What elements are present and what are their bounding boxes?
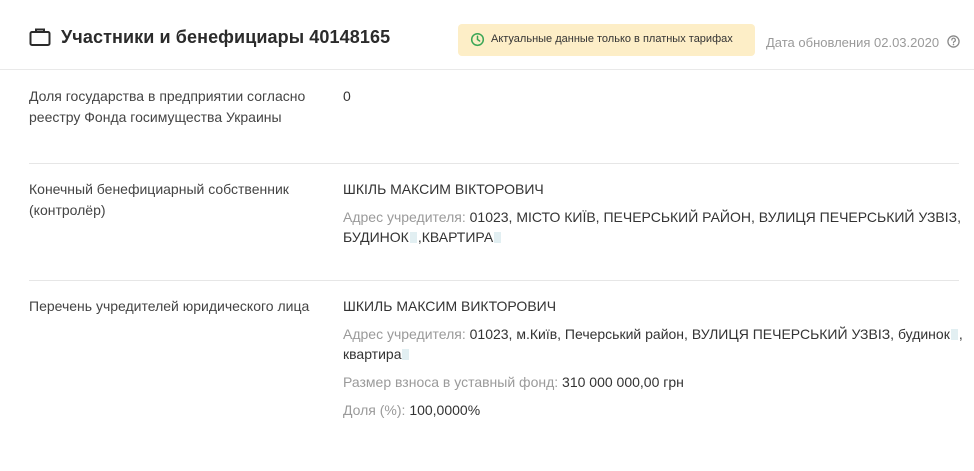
- section-header: Участники и бенефициары 40148165 Актуаль…: [0, 0, 974, 70]
- address-part1: 01023, МІСТО КИЇВ, ПЕЧЕРСЬКИЙ РАЙОН, ВУЛ…: [469, 209, 961, 225]
- masked-data-icon: [950, 329, 958, 340]
- row-divider: [29, 163, 959, 164]
- help-icon[interactable]: [947, 35, 960, 48]
- founder-address: Адрес учредителя: 01023, м.Київ, Печерсь…: [343, 324, 963, 364]
- briefcase-icon: [29, 28, 51, 46]
- beneficiary-label: Конечный бенефициарный собственник (конт…: [29, 181, 289, 218]
- capital-label: Размер взноса в уставный фонд:: [343, 374, 559, 390]
- masked-data-icon: [402, 349, 410, 360]
- address-part2: БУДИНОК: [343, 229, 409, 245]
- state-share-value: 0: [343, 88, 351, 104]
- masked-data-icon: [409, 232, 417, 243]
- beneficiary-address: Адрес учредителя: 01023, МІСТО КИЇВ, ПЕЧ…: [343, 207, 963, 247]
- beneficiary-block: ШКІЛЬ МАКСИМ ВІКТОРОВИЧ Адрес учредителя…: [343, 179, 963, 247]
- address-part3: квартира: [343, 346, 402, 362]
- founder-capital: Размер взноса в уставный фонд: 310 000 0…: [343, 372, 963, 392]
- row-divider: [29, 280, 959, 281]
- share-value: 100,0000%: [409, 402, 481, 418]
- update-date: Дата обновления 02.03.2020: [766, 35, 940, 50]
- capital-value: 310 000 000,00 грн: [562, 374, 684, 390]
- address-part1: 01023, м.Київ, Печерський район, ВУЛИЦЯ …: [469, 326, 950, 342]
- founders-block: ШКИЛЬ МАКСИМ ВИКТОРОВИЧ Адрес учредителя…: [343, 296, 963, 420]
- address-label: Адрес учредителя:: [343, 326, 466, 342]
- founders-label: Перечень учредителей юридического лица: [29, 298, 310, 314]
- beneficiary-name: ШКІЛЬ МАКСИМ ВІКТОРОВИЧ: [343, 181, 544, 197]
- address-part3: ,КВАРТИРА: [417, 229, 494, 245]
- address-part2: ,: [958, 326, 963, 342]
- founder-share: Доля (%): 100,0000%: [343, 400, 963, 420]
- founder-name: ШКИЛЬ МАКСИМ ВИКТОРОВИЧ: [343, 298, 557, 314]
- address-label: Адрес учредителя:: [343, 209, 466, 225]
- clock-icon: [470, 32, 485, 47]
- state-share-label: Доля государства в предприятии согласно …: [29, 88, 306, 125]
- page-title: Участники и бенефициары 40148165: [61, 27, 391, 47]
- paid-data-notice[interactable]: Актуальные данные только в платных тариф…: [458, 24, 755, 56]
- notice-text: Актуальные данные только в платных тариф…: [491, 33, 733, 45]
- share-label: Доля (%):: [343, 402, 406, 418]
- masked-data-icon: [494, 232, 502, 243]
